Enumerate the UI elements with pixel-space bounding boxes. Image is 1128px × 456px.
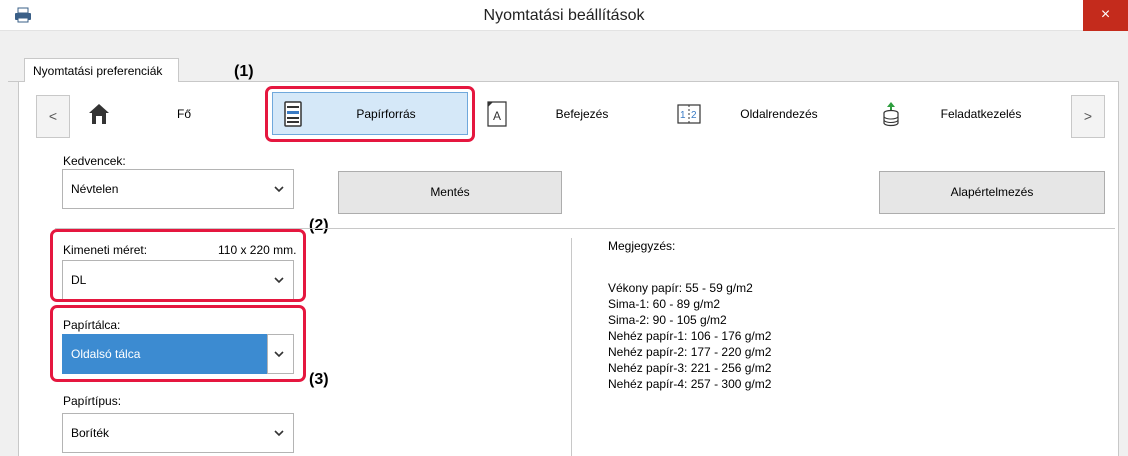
two-page-layout-icon: 1 2 xyxy=(677,104,701,124)
svg-text:A: A xyxy=(493,109,501,123)
note-line: Sima-1: 60 - 89 g/m2 xyxy=(608,297,721,311)
note-line: Nehéz papír-1: 106 - 176 g/m2 xyxy=(608,329,772,343)
document-a-icon: A xyxy=(487,101,507,127)
nav-item-label: Feladatkezelés xyxy=(940,107,1022,121)
home-icon xyxy=(89,104,109,124)
nav-item-job-handling[interactable]: Feladatkezelés xyxy=(870,92,1060,135)
nav-item-label: Befejezés xyxy=(555,107,609,121)
note-line: Vékony papír: 55 - 59 g/m2 xyxy=(608,281,753,295)
chevron-down-icon xyxy=(274,186,284,193)
note-line: Nehéz papír-4: 257 - 300 g/m2 xyxy=(608,377,772,391)
nav-next-button[interactable]: > xyxy=(1071,95,1105,138)
nav-item-main[interactable]: Fő xyxy=(78,92,258,135)
nav-item-layout[interactable]: 1 2 Oldalrendezés xyxy=(668,92,858,135)
paper-type-label: Papírtípus: xyxy=(63,394,122,408)
favorites-value: Névtelen xyxy=(71,182,119,196)
highlight-box-1 xyxy=(265,86,475,142)
nav-item-label: Oldalrendezés xyxy=(740,107,818,121)
title-bar: Nyomtatási beállítások × xyxy=(0,0,1128,31)
tab-printing-preferences[interactable]: Nyomtatási preferenciák xyxy=(24,58,179,82)
nav-item-finishing[interactable]: A Befejezés xyxy=(476,92,656,135)
save-button[interactable]: Mentés xyxy=(338,171,562,214)
svg-text:2: 2 xyxy=(691,110,697,121)
paper-type-value: Boríték xyxy=(71,426,110,440)
chevron-down-icon xyxy=(274,430,284,437)
svg-text:1: 1 xyxy=(680,110,686,121)
nav-prev-button[interactable]: < xyxy=(36,95,70,138)
job-stack-icon xyxy=(883,102,899,127)
highlight-box-2 xyxy=(50,229,306,302)
close-button[interactable]: × xyxy=(1083,0,1128,31)
column-divider xyxy=(571,238,572,456)
callout-2: (2) xyxy=(309,217,329,234)
paper-type-select[interactable]: Boríték xyxy=(62,413,294,453)
callout-1: (1) xyxy=(234,63,254,80)
note-line: Nehéz papír-2: 177 - 220 g/m2 xyxy=(608,345,772,359)
favorites-select[interactable]: Névtelen xyxy=(62,169,294,209)
window-title: Nyomtatási beállítások xyxy=(483,7,645,24)
favorites-label: Kedvencek: xyxy=(63,154,126,168)
default-button[interactable]: Alapértelmezés xyxy=(879,171,1105,214)
note-line: Nehéz papír-3: 221 - 256 g/m2 xyxy=(608,361,772,375)
highlight-box-3 xyxy=(50,305,306,382)
callout-3: (3) xyxy=(309,371,329,388)
note-title: Megjegyzés: xyxy=(608,239,676,253)
note-line: Sima-2: 90 - 105 g/m2 xyxy=(608,313,727,327)
nav-item-label: Fő xyxy=(176,107,191,121)
